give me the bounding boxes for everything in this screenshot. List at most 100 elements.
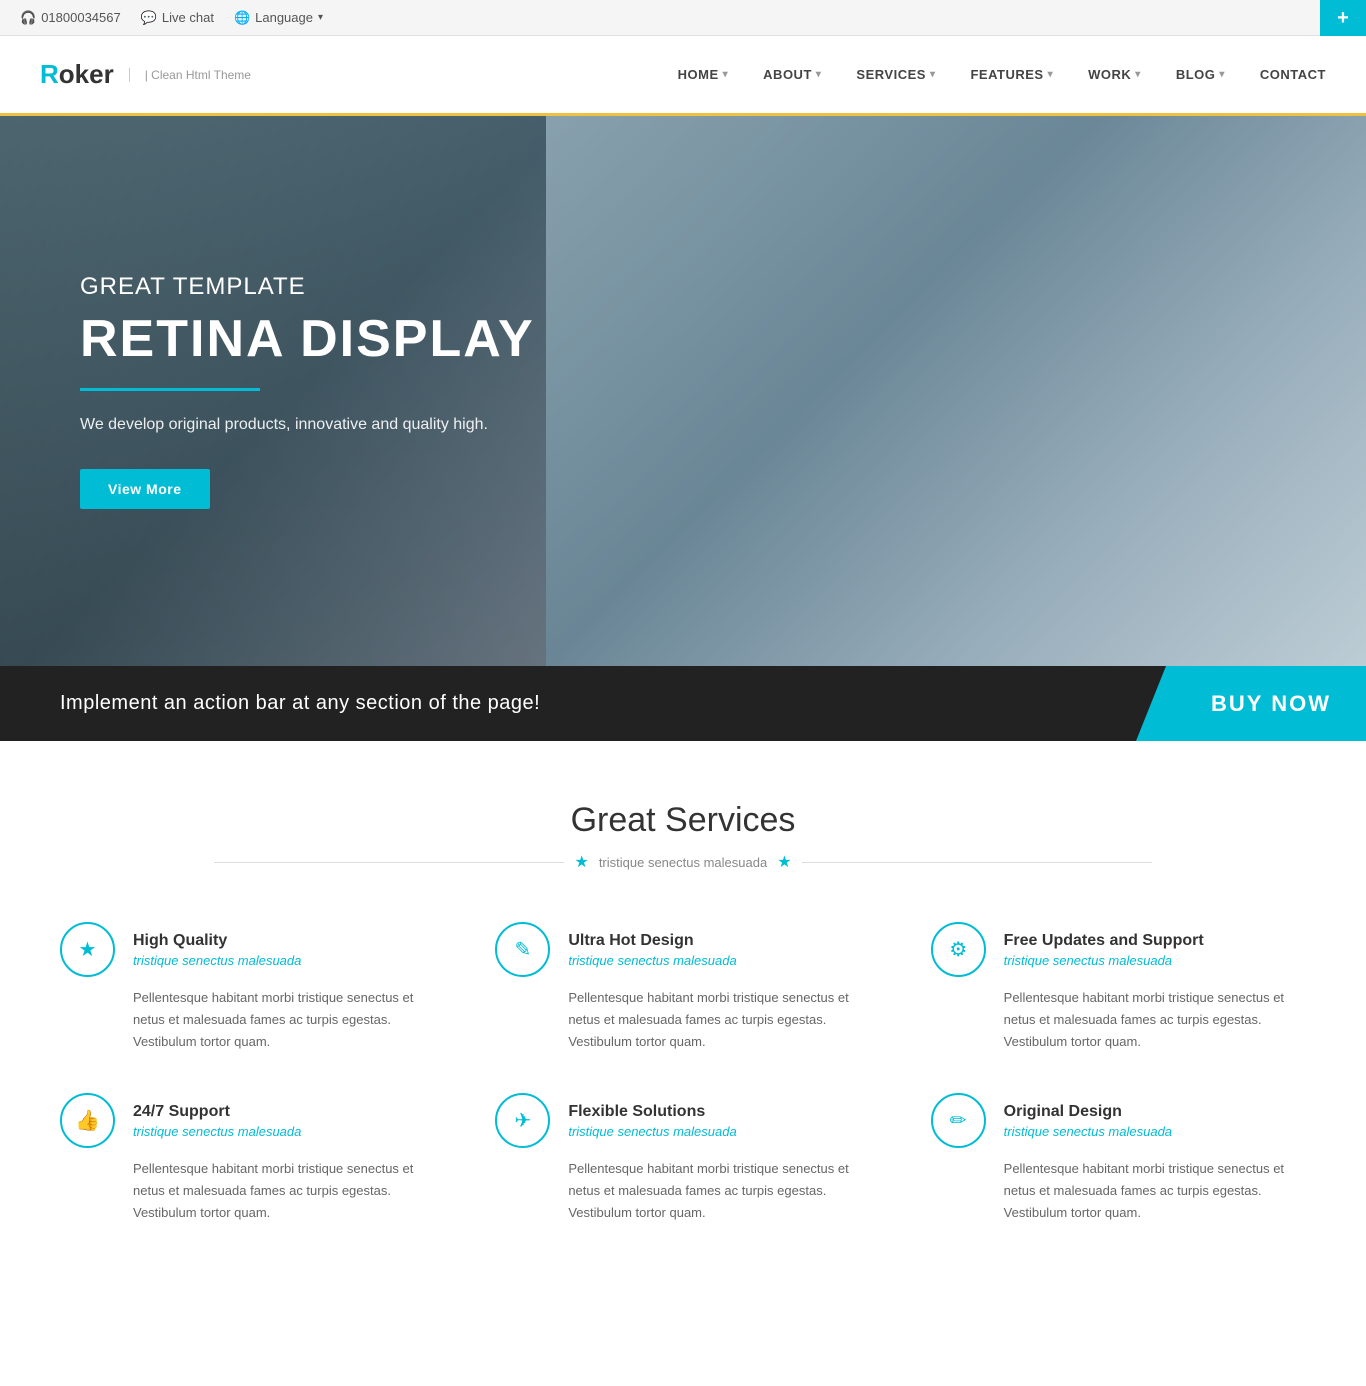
service-title: Free Updates and Support xyxy=(1004,932,1204,950)
service-icon: 👍 xyxy=(75,1108,100,1133)
service-subtitle: tristique senectus malesuada xyxy=(133,953,301,968)
hero-description: We develop original products, innovative… xyxy=(80,416,535,434)
chevron-down-icon: ▾ xyxy=(816,69,822,80)
chevron-down-icon: ▾ xyxy=(723,69,729,80)
nav-about-label: ABOUT xyxy=(763,67,812,82)
service-description: Pellentesque habitant morbi tristique se… xyxy=(568,987,870,1053)
service-header-row: ✈ Flexible Solutions tristique senectus … xyxy=(495,1093,870,1148)
nav-services-label: SERVICES xyxy=(856,67,926,82)
logo-r: R xyxy=(40,59,59,89)
top-bar: 🎧 01800034567 💬 Live chat 🌐 Language ▾ + xyxy=(0,0,1366,36)
service-title: High Quality xyxy=(133,932,301,950)
nav-item-services[interactable]: SERVICES ▾ xyxy=(856,67,935,82)
logo-rest: oker xyxy=(59,59,114,89)
service-icon-wrap: ✈ xyxy=(495,1093,550,1148)
live-chat-item[interactable]: 💬 Live chat xyxy=(141,10,214,26)
nav-item-work[interactable]: WORK ▾ xyxy=(1088,67,1141,82)
nav-home-label: HOME xyxy=(678,67,719,82)
service-icon: ✎ xyxy=(514,937,531,962)
navbar: Roker | Clean Html Theme HOME ▾ ABOUT ▾ … xyxy=(0,36,1366,116)
service-description: Pellentesque habitant morbi tristique se… xyxy=(1004,1158,1306,1224)
service-item: ✈ Flexible Solutions tristique senectus … xyxy=(495,1093,870,1224)
nav-contact-label: CONTACT xyxy=(1260,67,1326,82)
chevron-down-icon: ▾ xyxy=(930,69,936,80)
services-title: Great Services xyxy=(60,801,1306,840)
hero-title: RETINA DISPLAY xyxy=(80,311,535,368)
view-more-button[interactable]: View More xyxy=(80,469,210,509)
hero-section: GREAT TEMPLATE RETINA DISPLAY We develop… xyxy=(0,116,1366,666)
logo-tagline: | Clean Html Theme xyxy=(129,68,251,82)
plus-button[interactable]: + xyxy=(1320,0,1366,36)
service-title: Ultra Hot Design xyxy=(568,932,736,950)
service-icon-wrap: ✏ xyxy=(931,1093,986,1148)
nav-item-features[interactable]: FEATURES ▾ xyxy=(970,67,1053,82)
star-icon-right: ★ xyxy=(777,852,791,872)
service-icon-wrap: ★ xyxy=(60,922,115,977)
services-header: Great Services ★ tristique senectus male… xyxy=(60,801,1306,872)
services-section: Great Services ★ tristique senectus male… xyxy=(0,741,1366,1275)
service-subtitle: tristique senectus malesuada xyxy=(1004,1124,1172,1139)
service-item: ⚙ Free Updates and Support tristique sen… xyxy=(931,922,1306,1053)
service-description: Pellentesque habitant morbi tristique se… xyxy=(568,1158,870,1224)
nav-work-label: WORK xyxy=(1088,67,1131,82)
service-description: Pellentesque habitant morbi tristique se… xyxy=(133,1158,435,1224)
service-info: 24/7 Support tristique senectus malesuad… xyxy=(133,1103,301,1139)
language-item[interactable]: 🌐 Language ▾ xyxy=(234,10,323,26)
service-icon-wrap: ⚙ xyxy=(931,922,986,977)
service-info: Free Updates and Support tristique senec… xyxy=(1004,932,1204,968)
nav-links: HOME ▾ ABOUT ▾ SERVICES ▾ FEATURES ▾ WOR… xyxy=(678,67,1326,82)
service-subtitle: tristique senectus malesuada xyxy=(568,953,736,968)
hero-divider xyxy=(80,388,260,391)
service-title: Flexible Solutions xyxy=(568,1103,736,1121)
service-description: Pellentesque habitant morbi tristique se… xyxy=(133,987,435,1053)
service-item: 👍 24/7 Support tristique senectus malesu… xyxy=(60,1093,435,1224)
action-bar-text: Implement an action bar at any section o… xyxy=(0,692,1136,715)
chevron-down-icon: ▾ xyxy=(318,12,323,23)
nav-item-about[interactable]: ABOUT ▾ xyxy=(763,67,821,82)
service-subtitle: tristique senectus malesuada xyxy=(568,1124,736,1139)
service-icon-wrap: ✎ xyxy=(495,922,550,977)
service-item: ✎ Ultra Hot Design tristique senectus ma… xyxy=(495,922,870,1053)
buy-now-button[interactable]: BUY NOW xyxy=(1136,666,1366,741)
service-title: Original Design xyxy=(1004,1103,1172,1121)
live-chat-label: Live chat xyxy=(162,10,214,25)
service-header-row: ★ High Quality tristique senectus malesu… xyxy=(60,922,435,977)
phone-icon: 🎧 xyxy=(20,10,36,26)
service-info: Original Design tristique senectus males… xyxy=(1004,1103,1172,1139)
services-grid: ★ High Quality tristique senectus malesu… xyxy=(60,922,1306,1225)
hero-image xyxy=(546,116,1366,666)
nav-item-blog[interactable]: BLOG ▾ xyxy=(1176,67,1225,82)
service-subtitle: tristique senectus malesuada xyxy=(1004,953,1204,968)
service-info: Flexible Solutions tristique senectus ma… xyxy=(568,1103,736,1139)
services-subtitle: tristique senectus malesuada xyxy=(599,855,767,870)
star-icon-left: ★ xyxy=(574,852,588,872)
service-header-row: ✎ Ultra Hot Design tristique senectus ma… xyxy=(495,922,870,977)
service-title: 24/7 Support xyxy=(133,1103,301,1121)
phone-number: 01800034567 xyxy=(41,10,121,25)
service-icon-wrap: 👍 xyxy=(60,1093,115,1148)
nav-features-label: FEATURES xyxy=(970,67,1043,82)
service-info: Ultra Hot Design tristique senectus male… xyxy=(568,932,736,968)
divider-line-right xyxy=(802,862,1152,863)
service-item: ✏ Original Design tristique senectus mal… xyxy=(931,1093,1306,1224)
nav-item-home[interactable]: HOME ▾ xyxy=(678,67,729,82)
service-icon: ★ xyxy=(79,937,97,962)
service-subtitle: tristique senectus malesuada xyxy=(133,1124,301,1139)
chevron-down-icon: ▾ xyxy=(1135,69,1141,80)
service-item: ★ High Quality tristique senectus malesu… xyxy=(60,922,435,1053)
service-header-row: ⚙ Free Updates and Support tristique sen… xyxy=(931,922,1306,977)
chevron-down-icon: ▾ xyxy=(1219,69,1225,80)
service-icon: ⚙ xyxy=(949,937,967,962)
service-icon: ✈ xyxy=(514,1108,531,1133)
hero-subtitle: GREAT TEMPLATE xyxy=(80,273,535,301)
action-bar: Implement an action bar at any section o… xyxy=(0,666,1366,741)
logo[interactable]: Roker xyxy=(40,59,114,90)
services-divider: ★ tristique senectus malesuada ★ xyxy=(60,852,1306,872)
service-header-row: 👍 24/7 Support tristique senectus malesu… xyxy=(60,1093,435,1148)
top-bar-items: 🎧 01800034567 💬 Live chat 🌐 Language ▾ xyxy=(20,10,323,26)
chevron-down-icon: ▾ xyxy=(1048,69,1054,80)
service-icon: ✏ xyxy=(950,1108,967,1133)
nav-blog-label: BLOG xyxy=(1176,67,1216,82)
nav-item-contact[interactable]: CONTACT xyxy=(1260,67,1326,82)
service-info: High Quality tristique senectus malesuad… xyxy=(133,932,301,968)
